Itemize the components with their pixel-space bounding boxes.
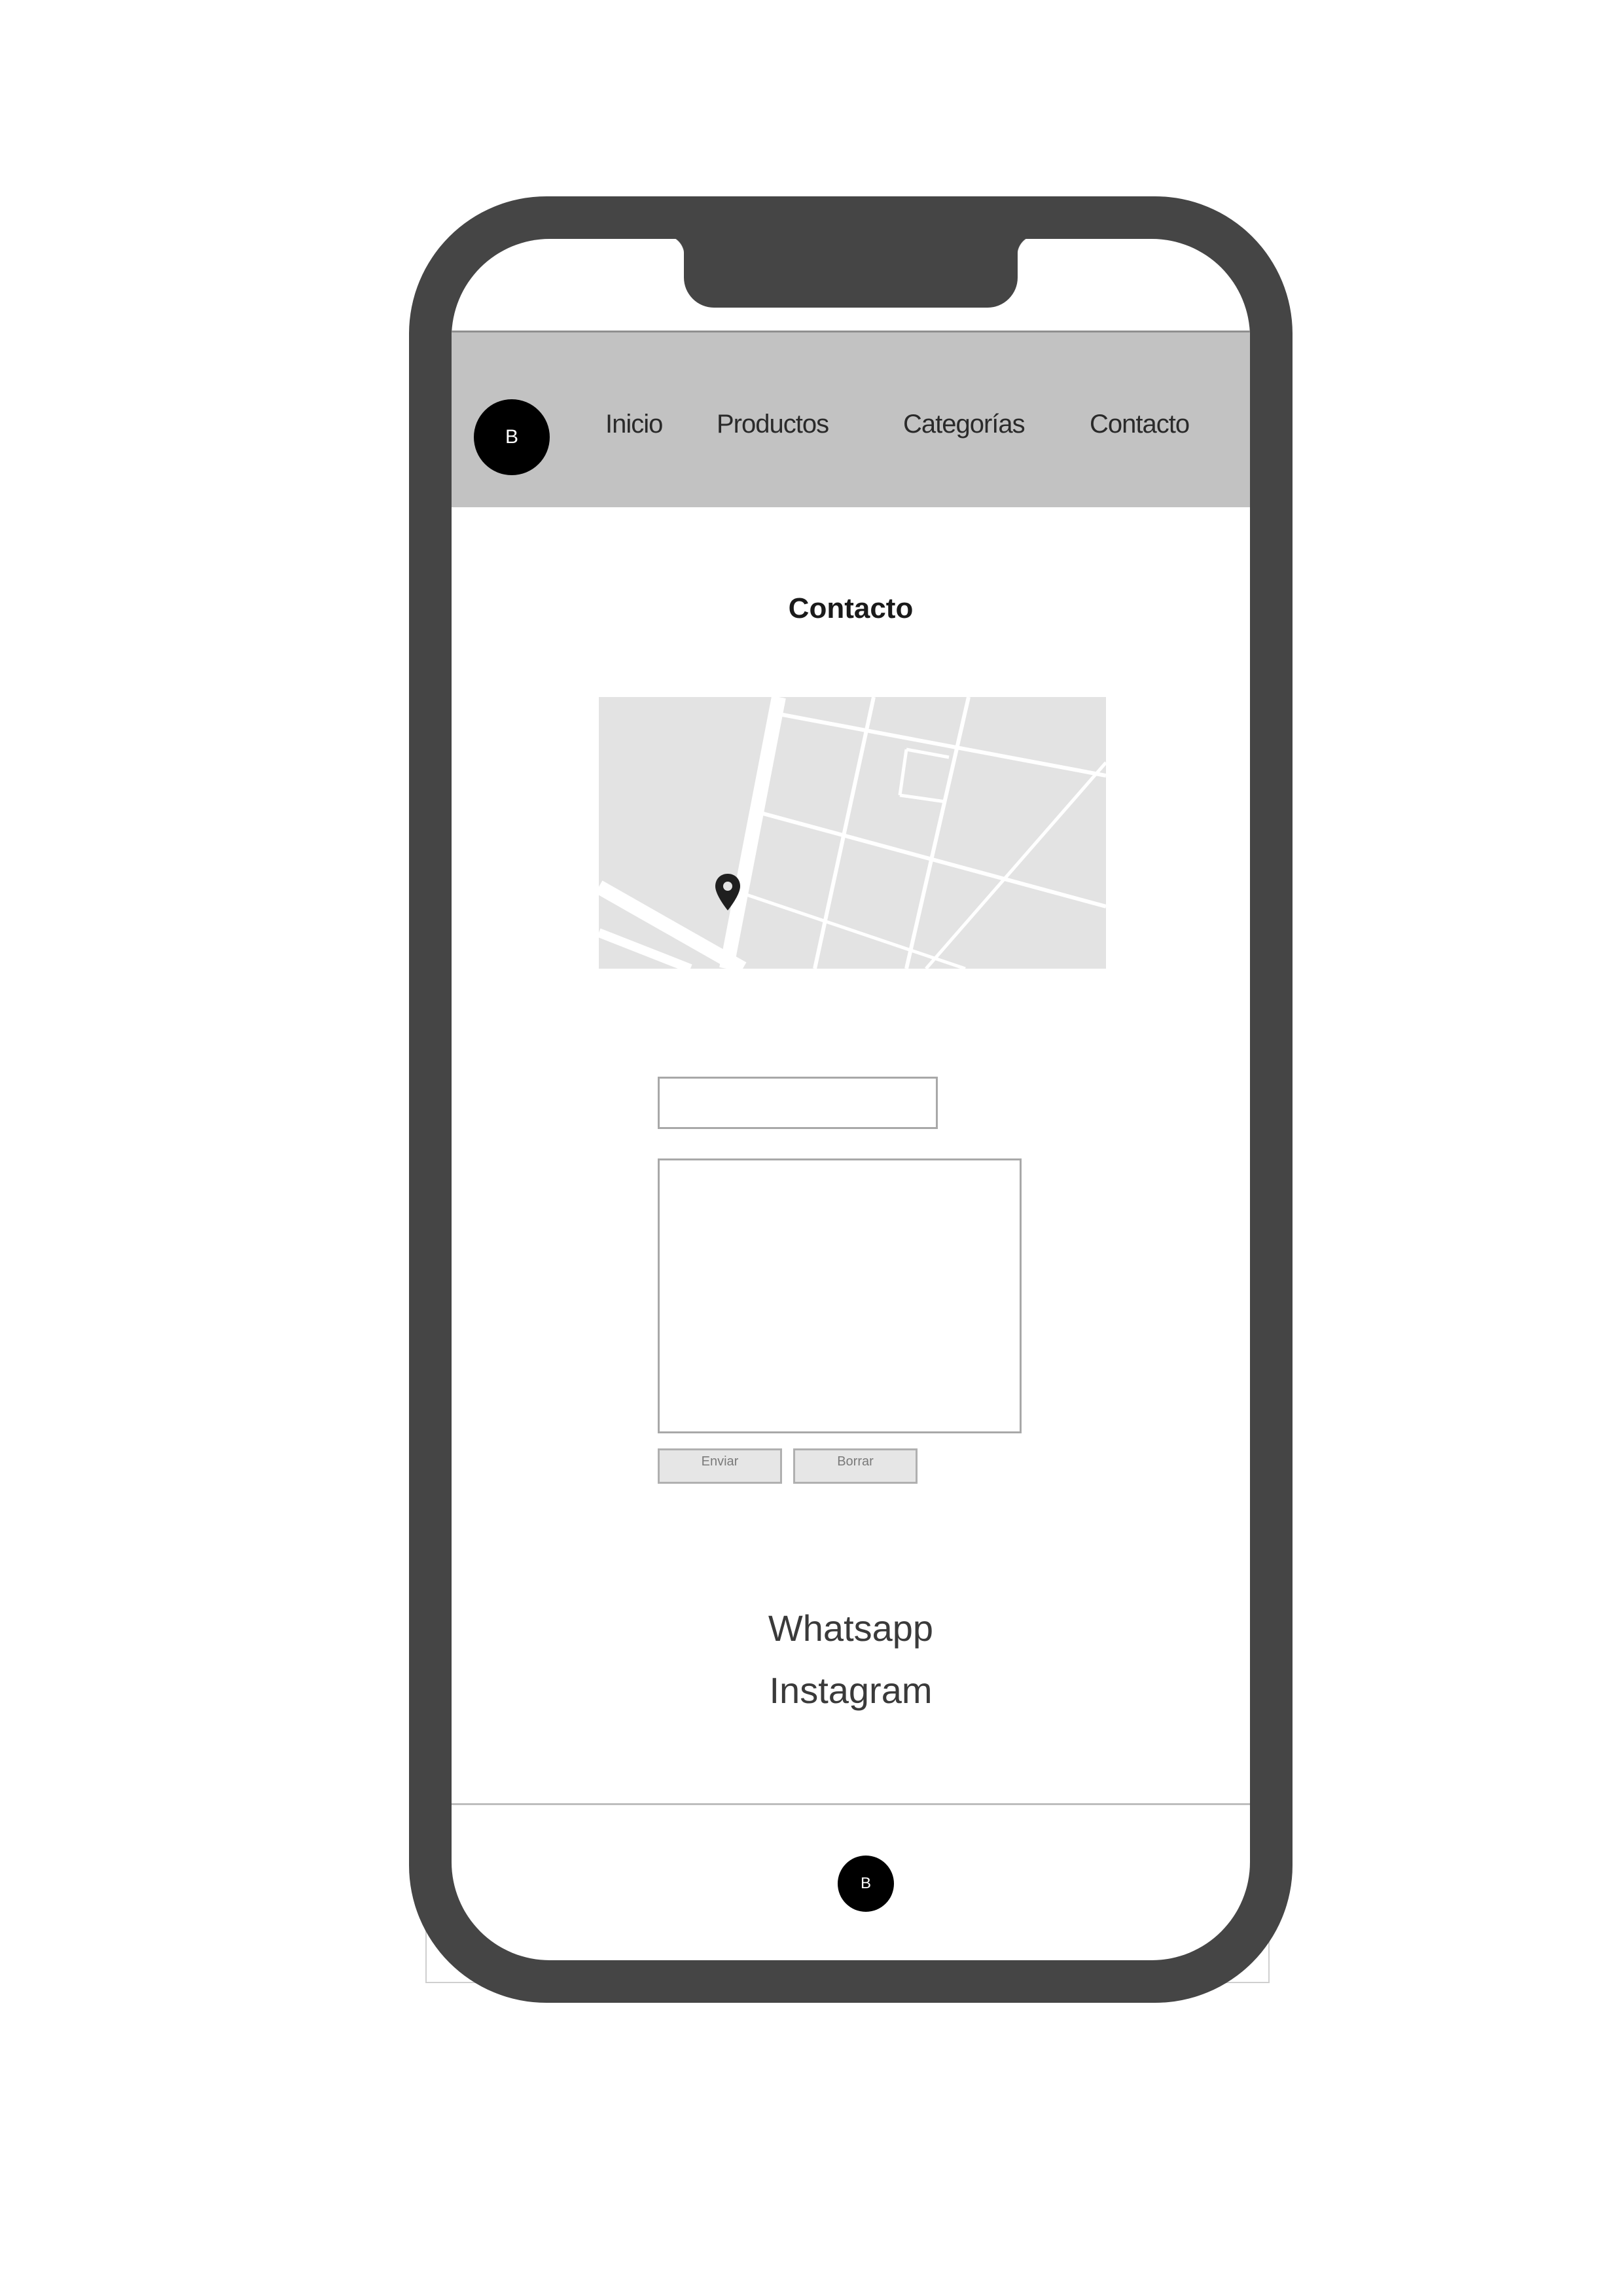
contact-message-textarea[interactable]	[658, 1158, 1022, 1433]
brand-logo[interactable]: B	[474, 399, 550, 475]
nav-link-productos[interactable]: Productos	[717, 410, 829, 439]
footer-logo[interactable]: B	[838, 1856, 894, 1912]
contact-name-input[interactable]	[658, 1077, 938, 1129]
phone-notch	[664, 236, 1037, 308]
map-pin-icon	[715, 874, 740, 910]
send-button[interactable]: Enviar	[658, 1448, 782, 1484]
brand-logo-text: B	[505, 426, 518, 448]
map-streets	[599, 697, 1106, 969]
footer-logo-text: B	[860, 1874, 871, 1892]
whatsapp-link[interactable]: Whatsapp	[452, 1607, 1250, 1649]
nav-link-inicio[interactable]: Inicio	[605, 410, 663, 439]
phone-screen: B Inicio Productos Categorías Contacto C…	[452, 239, 1250, 1960]
clear-button[interactable]: Borrar	[793, 1448, 918, 1484]
page-title: Contacto	[788, 592, 914, 624]
location-map[interactable]	[599, 697, 1106, 969]
navbar: B Inicio Productos Categorías Contacto	[452, 331, 1250, 507]
nav-link-categorias[interactable]: Categorías	[903, 410, 1026, 439]
instagram-link[interactable]: Instagram	[452, 1669, 1250, 1712]
nav-link-contacto[interactable]: Contacto	[1090, 410, 1190, 439]
footer-divider	[452, 1803, 1250, 1805]
